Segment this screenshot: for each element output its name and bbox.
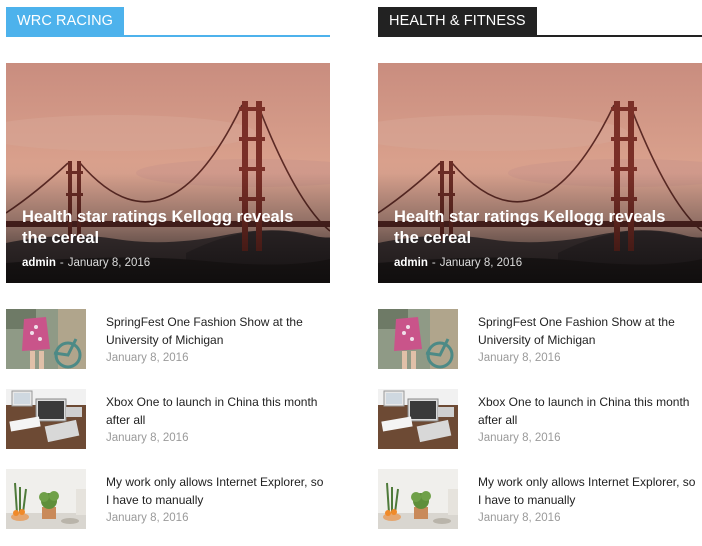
- desk-with-computers-thumbnail[interactable]: [378, 389, 458, 449]
- item-title[interactable]: Xbox One to launch in China this month a…: [106, 393, 330, 429]
- featured-article[interactable]: Health star ratings Kellogg reveals the …: [378, 63, 702, 283]
- featured-title[interactable]: Health star ratings Kellogg reveals the …: [394, 207, 684, 249]
- featured-date: January 8, 2016: [439, 257, 523, 269]
- item-title[interactable]: My work only allows Internet Explorer, s…: [106, 473, 330, 509]
- list-item[interactable]: My work only allows Internet Explorer, s…: [378, 469, 702, 529]
- item-date: January 8, 2016: [478, 512, 561, 524]
- section-divider: [6, 35, 330, 37]
- item-title[interactable]: Xbox One to launch in China this month a…: [478, 393, 702, 429]
- featured-date: January 8, 2016: [67, 257, 151, 269]
- item-title[interactable]: My work only allows Internet Explorer, s…: [478, 473, 702, 509]
- section-header: WRC RACING: [6, 7, 330, 37]
- section-health-fitness: HEALTH & FITNESS Health star ratings Kel…: [378, 7, 702, 529]
- plants-on-table-thumbnail[interactable]: [6, 469, 86, 529]
- woman-with-bicycle-thumbnail[interactable]: [378, 309, 458, 369]
- item-title[interactable]: SpringFest One Fashion Show at the Unive…: [478, 313, 702, 349]
- list-item[interactable]: My work only allows Internet Explorer, s…: [6, 469, 330, 529]
- list-item[interactable]: SpringFest One Fashion Show at the Unive…: [6, 309, 330, 369]
- item-title[interactable]: SpringFest One Fashion Show at the Unive…: [106, 313, 330, 349]
- item-date: January 8, 2016: [478, 432, 561, 444]
- featured-meta: admin - January 8, 2016: [22, 257, 150, 269]
- section-wrc-racing: WRC RACING Health star ratings Kellogg r…: [6, 7, 330, 529]
- author-link[interactable]: admin: [22, 257, 56, 269]
- featured-title[interactable]: Health star ratings Kellogg reveals the …: [22, 207, 312, 249]
- item-date: January 8, 2016: [478, 352, 561, 364]
- list-item[interactable]: SpringFest One Fashion Show at the Unive…: [378, 309, 702, 369]
- featured-meta: admin - January 8, 2016: [394, 257, 522, 269]
- item-date: January 8, 2016: [106, 432, 189, 444]
- desk-with-computers-thumbnail[interactable]: [6, 389, 86, 449]
- section-header: HEALTH & FITNESS: [378, 7, 702, 37]
- section-title[interactable]: HEALTH & FITNESS: [378, 7, 537, 35]
- section-divider: [378, 35, 702, 37]
- featured-article[interactable]: Health star ratings Kellogg reveals the …: [6, 63, 330, 283]
- plants-on-table-thumbnail[interactable]: [378, 469, 458, 529]
- list-item[interactable]: Xbox One to launch in China this month a…: [6, 389, 330, 449]
- meta-separator: -: [431, 257, 436, 269]
- list-item[interactable]: Xbox One to launch in China this month a…: [378, 389, 702, 449]
- item-date: January 8, 2016: [106, 512, 189, 524]
- meta-separator: -: [59, 257, 64, 269]
- woman-with-bicycle-thumbnail[interactable]: [6, 309, 86, 369]
- author-link[interactable]: admin: [394, 257, 428, 269]
- section-title[interactable]: WRC RACING: [6, 7, 125, 35]
- item-date: January 8, 2016: [106, 352, 189, 364]
